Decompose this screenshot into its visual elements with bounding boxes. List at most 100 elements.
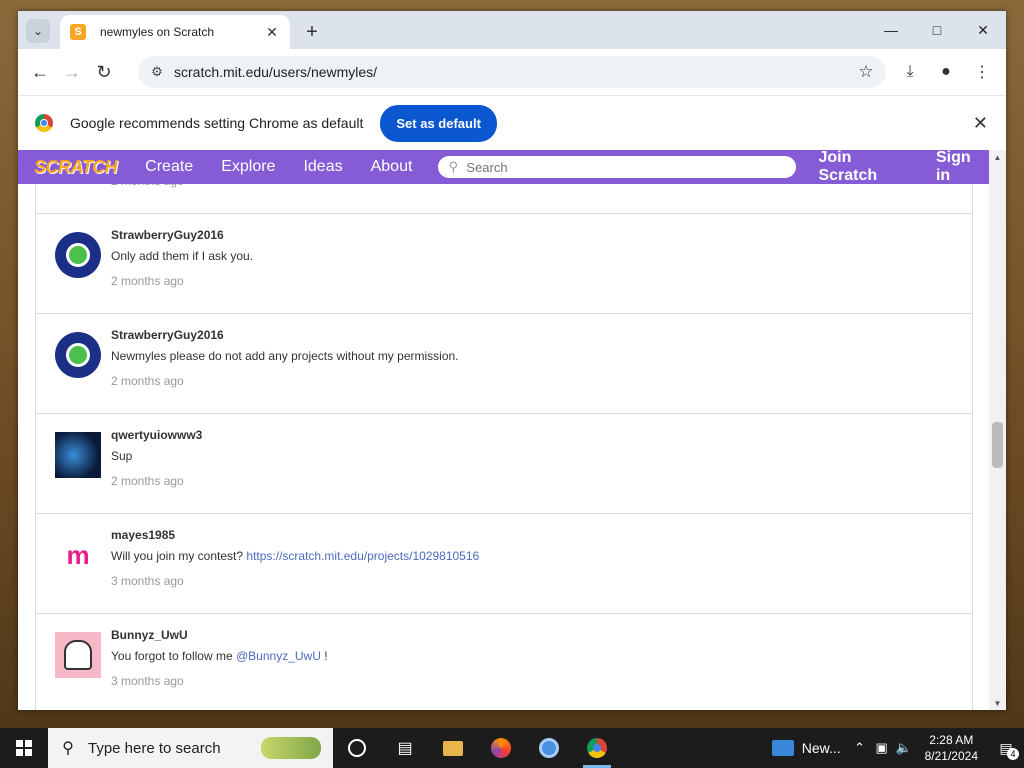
bookmark-star-icon[interactable]: ☆ <box>852 58 880 86</box>
scroll-down-arrow-icon[interactable]: ▼ <box>989 696 1006 710</box>
scroll-up-arrow-icon[interactable]: ▲ <box>989 150 1006 164</box>
volume-muted-icon[interactable]: 🔈 <box>893 740 915 756</box>
chrome-taskbar-icon[interactable] <box>573 728 621 768</box>
close-window-icon[interactable]: ✕ <box>960 11 1006 49</box>
nav-ideas[interactable]: Ideas <box>303 158 342 176</box>
browser-toolbar: ← → ↻ ⚙ scratch.mit.edu/users/newmyles/ … <box>18 49 1006 95</box>
tab-strip: ⌄ S newmyles on Scratch ✕ + — □ ✕ <box>18 11 1006 49</box>
cortana-icon[interactable] <box>333 728 381 768</box>
nav-about[interactable]: About <box>371 158 413 176</box>
news-label: New... <box>801 740 841 756</box>
comment-text-wrapper: Will you join my contest? https://scratc… <box>111 549 479 563</box>
avatar[interactable] <box>55 232 101 278</box>
comment-username[interactable]: qwertyuiowww3 <box>111 428 202 442</box>
avatar[interactable] <box>55 632 101 678</box>
scratch-favicon-icon: S <box>70 24 86 40</box>
scroll-thumb[interactable] <box>992 422 1003 468</box>
search-highlight-art <box>261 737 321 759</box>
scratch-search-input[interactable] <box>464 158 769 176</box>
windows-logo-icon <box>16 740 32 756</box>
taskbar: ⚲ Type here to search ▤ New... ⌃ ▣ 🔈 2:2… <box>0 728 1024 768</box>
news-widget[interactable]: New... <box>764 728 849 768</box>
forward-arrow-icon[interactable]: → <box>56 56 88 88</box>
comment-time: 2 months ago <box>111 374 184 388</box>
comment-text: You forgot to follow me <box>111 649 233 663</box>
comment-username[interactable]: mayes1985 <box>111 528 175 542</box>
mention-link[interactable]: @Bunnyz_UwU <box>236 649 321 663</box>
notification-center-icon[interactable]: ▤ 4 <box>988 728 1024 768</box>
comment-text: Will you join my contest? <box>111 549 244 563</box>
toolbar-right-icons: ⤓ ● ⋮ <box>894 56 998 88</box>
scratch-navbar: SCRATCH Create Explore Ideas About ⚲ Joi… <box>18 150 989 184</box>
infobar-close-icon[interactable]: ✕ <box>973 113 988 134</box>
clock[interactable]: 2:28 AM 8/21/2024 <box>925 732 978 764</box>
address-bar[interactable]: ⚙ scratch.mit.edu/users/newmyles/ ☆ <box>138 56 886 88</box>
scratch-search-box[interactable]: ⚲ <box>438 156 797 178</box>
avatar[interactable] <box>55 332 101 378</box>
comment-username[interactable]: Bunnyz_UwU <box>111 628 188 642</box>
join-scratch-link[interactable]: Join Scratch <box>818 150 914 185</box>
system-tray: ⌃ ▣ 🔈 2:28 AM 8/21/2024 ▤ 4 <box>849 728 1024 768</box>
comment-suffix: ! <box>320 649 328 663</box>
chevron-up-icon[interactable]: ⌃ <box>849 740 871 756</box>
comment-item: Bunnyz_UwU You forgot to follow me @Bunn… <box>35 614 973 710</box>
site-info-icon[interactable]: ⚙ <box>144 59 170 85</box>
back-arrow-icon[interactable]: ← <box>24 56 56 88</box>
tab-title: newmyles on Scratch <box>100 25 215 39</box>
profile-icon[interactable]: ● <box>930 56 962 88</box>
comment-text-wrapper: You forgot to follow me @Bunnyz_UwU ! <box>111 649 328 663</box>
chrome-logo-icon <box>35 114 53 132</box>
maximize-icon[interactable]: □ <box>914 11 960 49</box>
avatar[interactable] <box>55 432 101 478</box>
nav-explore[interactable]: Explore <box>221 158 275 176</box>
file-explorer-icon[interactable] <box>429 728 477 768</box>
tab-close-icon[interactable]: ✕ <box>262 22 282 42</box>
clock-date: 8/21/2024 <box>924 749 978 763</box>
task-view-icon[interactable]: ▤ <box>381 728 429 768</box>
comment-text: Only add them if I ask you. <box>111 249 254 263</box>
nav-create[interactable]: Create <box>145 158 193 176</box>
comment-item: m mayes1985 Will you join my contest? ht… <box>35 514 973 614</box>
chromium-icon[interactable] <box>525 728 573 768</box>
news-icon <box>771 740 794 756</box>
comment-time: 3 months ago <box>111 674 184 688</box>
scratch-logo[interactable]: SCRATCH <box>34 157 118 178</box>
comment-username[interactable]: StrawberryGuy2016 <box>111 328 224 342</box>
default-browser-infobar: Google recommends setting Chrome as defa… <box>18 95 1006 150</box>
comment-text: Sup <box>111 449 133 463</box>
comment-item: StrawberryGuy2016 Newmyles please do not… <box>35 314 973 414</box>
comment-username[interactable]: StrawberryGuy2016 <box>111 228 224 242</box>
comment-link[interactable]: https://scratch.mit.edu/projects/1029810… <box>246 549 479 563</box>
start-button[interactable] <box>0 728 48 768</box>
page-scrollbar[interactable]: ▲ ▼ <box>989 150 1006 710</box>
search-icon: ⚲ <box>62 740 74 757</box>
comment-time: 2 months ago <box>111 474 184 488</box>
firefox-icon[interactable] <box>477 728 525 768</box>
comment-text: Newmyles please do not add any projects … <box>111 349 459 363</box>
avatar[interactable]: m <box>55 532 101 578</box>
comment-time: 2 months ago <box>111 274 184 288</box>
search-icon: ⚲ <box>448 159 459 174</box>
tab-newmyles[interactable]: S newmyles on Scratch ✕ <box>60 15 290 49</box>
notification-badge: 4 <box>1007 748 1019 760</box>
url-text[interactable]: scratch.mit.edu/users/newmyles/ <box>174 64 852 80</box>
minimize-icon[interactable]: — <box>868 11 914 49</box>
new-tab-button[interactable]: + <box>300 20 324 44</box>
set-default-button[interactable]: Set as default <box>380 104 497 142</box>
comment-item: qwertyuiowww3 Sup 2 months ago <box>35 414 973 514</box>
download-icon[interactable]: ⤓ <box>894 56 926 88</box>
reload-icon[interactable]: ↻ <box>88 56 120 88</box>
window-controls: — □ ✕ <box>868 11 1006 49</box>
comments-list: 2 months ago StrawberryGuy2016 Only add … <box>35 150 973 710</box>
clock-time: 2:28 AM <box>929 733 974 747</box>
tab-search-chevron-icon[interactable]: ⌄ <box>26 19 50 43</box>
network-icon[interactable]: ▣ <box>871 740 893 756</box>
sign-in-link[interactable]: Sign in <box>936 150 989 185</box>
browser-window: ⌄ S newmyles on Scratch ✕ + — □ ✕ ← → ↻ … <box>18 11 1006 710</box>
comment-time: 3 months ago <box>111 574 184 588</box>
taskbar-search-text: Type here to search <box>88 739 221 757</box>
menu-kebab-icon[interactable]: ⋮ <box>966 56 998 88</box>
comment-item: StrawberryGuy2016 Only add them if I ask… <box>35 214 973 314</box>
page-viewport: SCRATCH Create Explore Ideas About ⚲ Joi… <box>18 150 989 710</box>
taskbar-search[interactable]: ⚲ Type here to search <box>48 728 333 768</box>
